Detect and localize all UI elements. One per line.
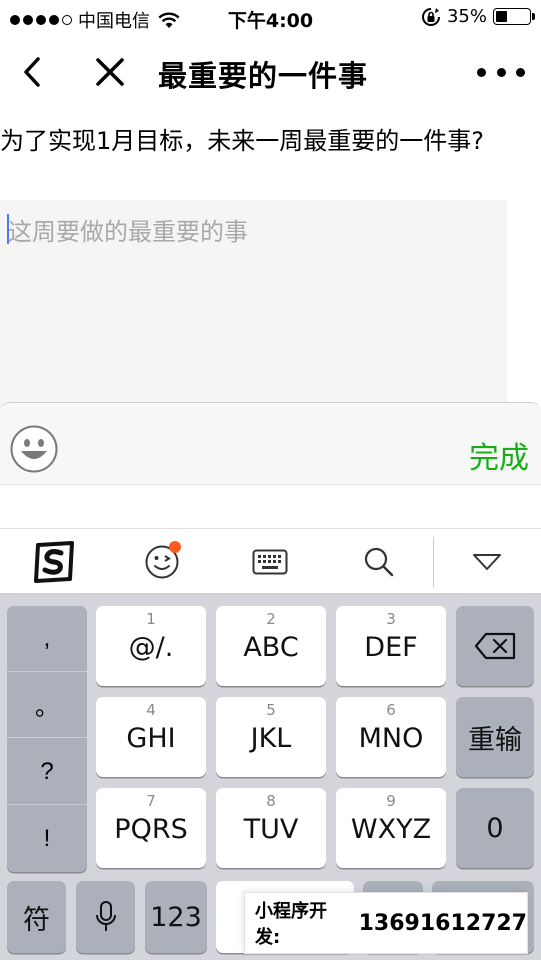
watermark-overlay: 小程序开发: 13691612727 — [244, 892, 528, 954]
key-number: 6 — [386, 701, 396, 719]
zero-key[interactable]: 0 — [456, 788, 534, 868]
backspace-icon — [474, 632, 516, 660]
key-number: 4 — [146, 701, 156, 719]
rotation-lock-icon — [422, 7, 440, 26]
emoji-button[interactable] — [10, 425, 58, 473]
key-letters: DEF — [364, 632, 418, 663]
more-dot-icon — [477, 67, 486, 77]
watermark-label: 小程序开发: — [255, 901, 327, 948]
voice-input-key[interactable] — [76, 881, 135, 953]
key-letters: MNO — [358, 723, 424, 754]
candidate-area — [0, 484, 541, 528]
key-number: 8 — [266, 792, 276, 810]
symbol-key[interactable]: 符 — [7, 881, 66, 953]
key-number: 9 — [386, 792, 396, 810]
navigation-bar: 最重要的一件事 — [0, 36, 541, 108]
close-button[interactable] — [90, 54, 130, 90]
key-number: 2 — [266, 610, 276, 628]
goal-textarea[interactable]: 这周要做的最重要的事 — [0, 200, 507, 410]
key-number: 7 — [146, 792, 156, 810]
hide-keyboard-button[interactable] — [464, 539, 510, 585]
back-button[interactable] — [14, 54, 50, 90]
chevron-left-icon — [24, 57, 40, 87]
emoji-panel-button[interactable] — [139, 539, 185, 585]
retype-key[interactable]: 重输 — [456, 697, 534, 777]
key-letters: ABC — [243, 632, 299, 663]
more-dot-icon — [496, 67, 506, 77]
key-2[interactable]: 2 ABC — [216, 606, 326, 686]
watermark-phone: 13691612727 — [358, 910, 527, 936]
sogou-logo-icon — [34, 541, 74, 583]
search-icon — [364, 547, 394, 577]
key-letters: PQRS — [114, 814, 188, 845]
close-icon — [96, 58, 124, 86]
keyboard-switch-button[interactable] — [247, 539, 293, 585]
key-5[interactable]: 5 JKL — [216, 697, 326, 777]
done-button[interactable]: 完成 — [469, 433, 529, 477]
more-options-button[interactable] — [477, 58, 525, 86]
key-9[interactable]: 9 WXYZ — [336, 788, 446, 868]
sogou-logo-button[interactable] — [31, 539, 77, 585]
ime-toolbar — [0, 528, 541, 594]
keyboard-icon — [252, 549, 288, 575]
triangle-down-icon — [473, 554, 501, 570]
key-3[interactable]: 3 DEF — [336, 606, 446, 686]
key-letters: GHI — [126, 723, 176, 754]
key-1[interactable]: 1 @/. — [96, 606, 206, 686]
key-number: 3 — [386, 610, 396, 628]
page-title: 最重要的一件事 — [158, 59, 369, 93]
battery-icon — [493, 8, 535, 25]
punctuation-column: , 。 ? ! — [7, 606, 87, 872]
key-8[interactable]: 8 TUV — [216, 788, 326, 868]
key-letters: @/. — [128, 632, 174, 663]
search-button[interactable] — [356, 539, 402, 585]
key-letters: WXYZ — [350, 814, 432, 845]
key-6[interactable]: 6 MNO — [336, 697, 446, 777]
more-dot-icon — [516, 67, 525, 77]
keyboard-accessory-bar: 完成 — [0, 402, 541, 484]
question-text: 为了实现1月目标，未来一周最重要的一件事? — [0, 127, 485, 155]
key-7[interactable]: 7 PQRS — [96, 788, 206, 868]
punct-key-comma[interactable]: , — [7, 606, 87, 672]
key-letters: JKL — [250, 723, 292, 754]
key-number: 1 — [146, 610, 156, 628]
microphone-icon — [95, 901, 116, 931]
punct-key-exclaim[interactable]: ! — [7, 806, 87, 872]
text-cursor — [7, 214, 9, 244]
status-right: 35% — [421, 6, 535, 27]
notification-badge — [169, 541, 181, 553]
key-4[interactable]: 4 GHI — [96, 697, 206, 777]
status-bar: 中国电信 下午4:00 35% — [0, 0, 541, 36]
key-number: 5 — [266, 701, 276, 719]
battery-percent: 35% — [446, 6, 487, 27]
punct-key-question[interactable]: ? — [7, 739, 87, 805]
key-letters: TUV — [243, 814, 299, 845]
number-mode-key[interactable]: 123 — [145, 881, 207, 953]
backspace-key[interactable] — [456, 606, 534, 686]
punct-key-period[interactable]: 。 — [7, 672, 87, 738]
toolbar-divider — [433, 537, 434, 587]
battery-level-fill — [496, 11, 508, 22]
